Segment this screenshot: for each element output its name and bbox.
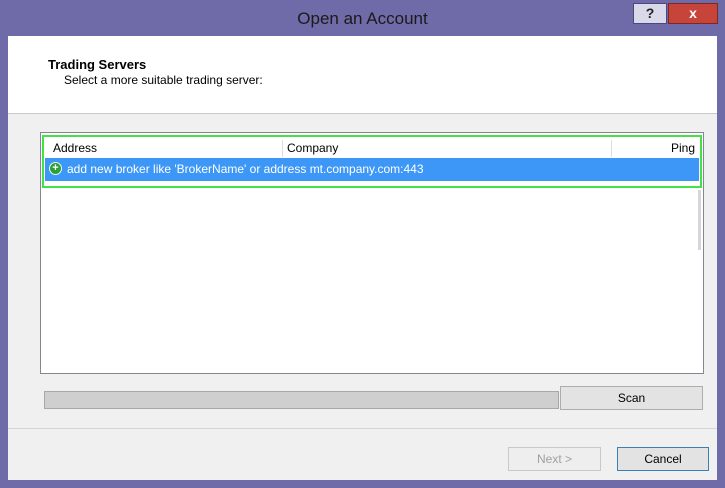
open-account-dialog: Open an Account ? x Trading Servers Sele…: [0, 0, 725, 488]
footer-divider: [8, 428, 717, 429]
scan-progress-bar: [44, 391, 559, 409]
dialog-body: Trading Servers Select a more suitable t…: [8, 36, 717, 480]
window-title: Open an Account: [297, 9, 428, 28]
scan-button[interactable]: Scan: [560, 386, 703, 410]
title-bar[interactable]: Open an Account ? x: [0, 0, 725, 36]
wizard-header: Trading Servers Select a more suitable t…: [8, 36, 717, 114]
close-button[interactable]: x: [668, 3, 718, 24]
focus-highlight: [42, 135, 702, 188]
next-button[interactable]: Next >: [508, 447, 601, 471]
help-button[interactable]: ?: [633, 3, 667, 24]
cancel-button[interactable]: Cancel: [617, 447, 709, 471]
list-scrollbar[interactable]: [698, 190, 701, 250]
page-subtitle: Select a more suitable trading server:: [64, 73, 263, 87]
page-title: Trading Servers: [48, 57, 147, 72]
